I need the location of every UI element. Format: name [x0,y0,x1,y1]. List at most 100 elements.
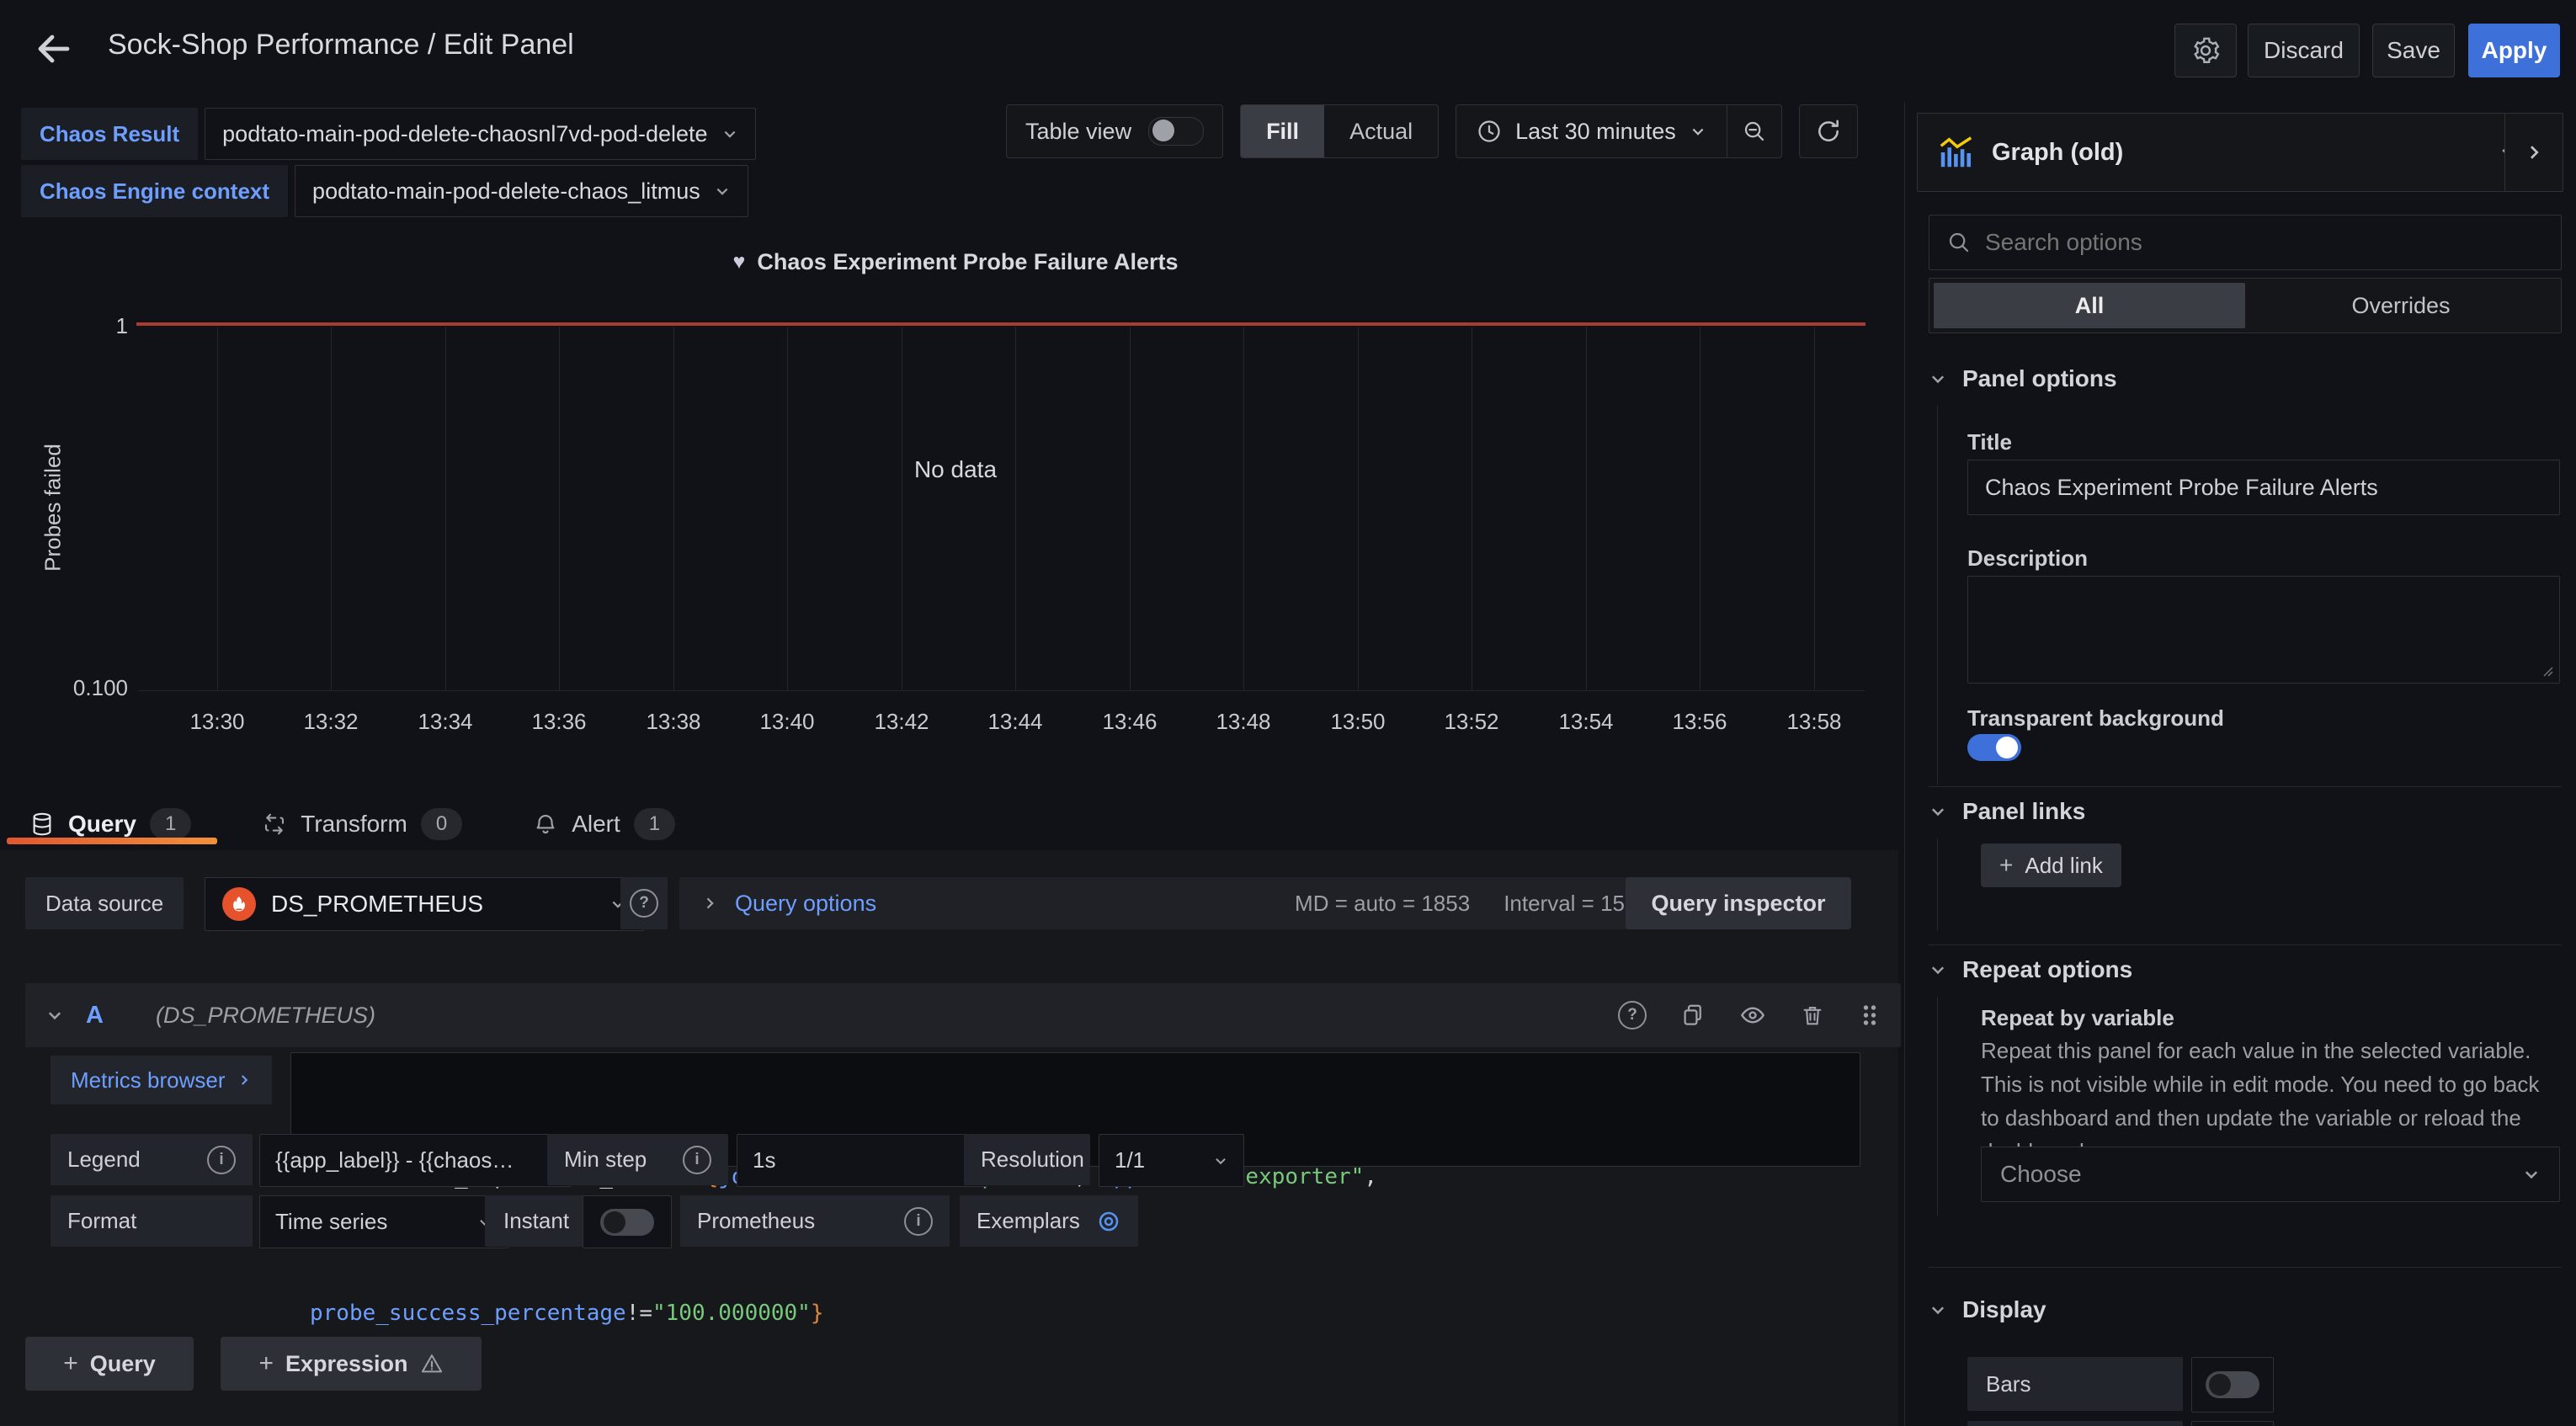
apply-button[interactable]: Apply [2468,24,2560,77]
min-step-input[interactable]: 1s [737,1134,987,1187]
chevron-down-icon [721,125,738,142]
resolution-select[interactable]: 1/1 [1099,1134,1244,1187]
x-tick: 13:36 [502,709,616,735]
datasource-picker[interactable]: DS_PROMETHEUS [205,877,644,931]
query-options-bar[interactable]: Query options MD = auto = 1853 Interval … [679,877,1658,929]
legend-format-input[interactable]: {{app_label}} - {{chaos… [259,1134,571,1187]
display-section-header[interactable]: Display [1929,1296,2046,1323]
chevron-right-icon [701,895,718,912]
legend-label-chip: Legend i [51,1134,253,1185]
time-range-button[interactable]: Last 30 minutes [1456,119,1727,145]
min-step-label-chip: Min step i [547,1134,728,1185]
prometheus-type-chip: Prometheus i [680,1195,950,1247]
add-query-button[interactable]: + Query [25,1337,194,1391]
query-inspector-button[interactable]: Query inspector [1626,877,1851,929]
section-heading: Display [1962,1296,2046,1323]
transparent-background-toggle[interactable] [1967,734,2021,761]
panel-options-sidebar: Graph (old) All Overrides [1904,103,2576,1426]
resize-handle-icon[interactable] [2541,664,2554,678]
add-expression-button[interactable]: + Expression [221,1337,482,1391]
actual-option[interactable]: Actual [1324,105,1438,157]
variable-chaos-engine-context: Chaos Engine context podtato-main-pod-de… [21,165,748,217]
chevron-down-icon [2522,1165,2541,1184]
x-tick: 13:32 [274,709,388,735]
panel-header[interactable]: ♥ Chaos Experiment Probe Failure Alerts [21,249,1890,275]
chevron-down-icon [1929,370,1947,388]
refresh-button[interactable] [1799,104,1858,158]
format-select[interactable]: Time series [259,1195,508,1248]
chevron-down-icon [1929,802,1947,821]
tab-overrides[interactable]: Overrides [2245,283,2557,328]
bars-toggle[interactable] [2206,1371,2259,1398]
info-icon: i [207,1146,236,1174]
trash-icon[interactable] [1800,1003,1825,1028]
fill-option[interactable]: Fill [1241,105,1324,157]
exemplars-target-icon[interactable] [1096,1209,1121,1234]
variable-value-dropdown[interactable]: podtato-main-pod-delete-chaos_litmus [295,165,748,217]
chevron-right-icon [2524,142,2544,162]
repeat-options-section-header[interactable]: Repeat options [1929,956,2132,983]
datasource-label: Data source [25,877,184,929]
min-step-label: Min step [564,1147,647,1173]
instant-label-chip: Instant [485,1195,588,1247]
panel-title: Chaos Experiment Probe Failure Alerts [757,249,1178,275]
tab-all[interactable]: All [1934,283,2245,328]
panel-settings-button[interactable] [2174,24,2237,77]
x-tick: 13:54 [1529,709,1643,735]
next-option-chip-partial [1967,1421,2183,1426]
tab-alert[interactable]: Alert 1 [524,798,684,850]
plus-icon: + [63,1349,78,1378]
plot-area[interactable] [139,327,1865,691]
x-axis: 13:30 13:32 13:34 13:36 13:38 13:40 13:4… [0,709,1898,737]
transparent-background-label: Transparent background [1967,705,2224,732]
metrics-browser-button[interactable]: Metrics browser [51,1056,272,1104]
no-data-text: No data [21,456,1890,483]
variable-value: podtato-main-pod-delete-chaos_litmus [312,178,700,205]
panel-links-section-header[interactable]: Panel links [1929,798,2085,825]
discard-button[interactable]: Discard [2248,24,2360,77]
tab-transform[interactable]: Transform 0 [253,798,471,850]
back-button[interactable] [34,25,81,72]
bars-label-chip: Bars [1967,1357,2183,1411]
tab-label: Transform [301,811,407,838]
save-button[interactable]: Save [2372,24,2455,77]
time-range-label: Last 30 minutes [1515,119,1676,145]
expression-line-2: probe_success_percentage!="100.000000"} [310,1290,1841,1336]
panel-title-input[interactable] [1967,460,2560,515]
format-value: Time series [275,1209,387,1235]
panel-description-textarea[interactable] [1967,576,2560,684]
query-help-icon[interactable]: ? [1618,1001,1647,1030]
options-search-box [1929,215,2562,270]
time-range-picker: Last 30 minutes [1456,104,1782,158]
options-search-input[interactable] [1985,229,2544,256]
collapse-options-pane-button[interactable] [2504,113,2563,192]
repeat-variable-select[interactable]: Choose [1981,1147,2560,1202]
options-filter-tabs: All Overrides [1929,278,2562,333]
tab-count-badge: 0 [421,808,462,840]
query-row-datasource: (DS_PROMETHEUS) [156,1003,375,1029]
tab-count-badge: 1 [634,808,675,840]
variable-label: Chaos Engine context [21,165,288,217]
panel-options-section-header[interactable]: Panel options [1929,365,2117,392]
section-heading: Panel options [1962,365,2117,392]
duplicate-icon[interactable] [1680,1003,1706,1028]
variable-value-dropdown[interactable]: podtato-main-pod-delete-chaosnl7vd-pod-d… [205,108,755,160]
add-link-button[interactable]: + Add link [1981,843,2121,887]
instant-toggle[interactable] [600,1209,654,1236]
page-title: Sock-Shop Performance / Edit Panel [108,29,574,61]
visualization-picker[interactable]: Graph (old) [1917,113,2538,192]
collapse-chevron-icon [45,1006,64,1024]
drag-handle-icon[interactable] [1859,1003,1881,1028]
section-divider [1929,1267,2562,1268]
zoom-out-button[interactable] [1727,105,1781,157]
section-heading: Panel links [1962,798,2085,825]
table-view-label: Table view [1025,119,1131,145]
x-tick: 13:48 [1186,709,1301,735]
chevron-down-icon [1929,1301,1947,1319]
eye-icon[interactable] [1739,1002,1766,1029]
table-view-toggle[interactable] [1148,117,1204,146]
query-row-header[interactable]: A (DS_PROMETHEUS) ? [25,983,1901,1047]
datasource-help-button[interactable]: ? [620,877,668,929]
x-tick: 13:40 [730,709,844,735]
x-tick: 13:50 [1301,709,1415,735]
